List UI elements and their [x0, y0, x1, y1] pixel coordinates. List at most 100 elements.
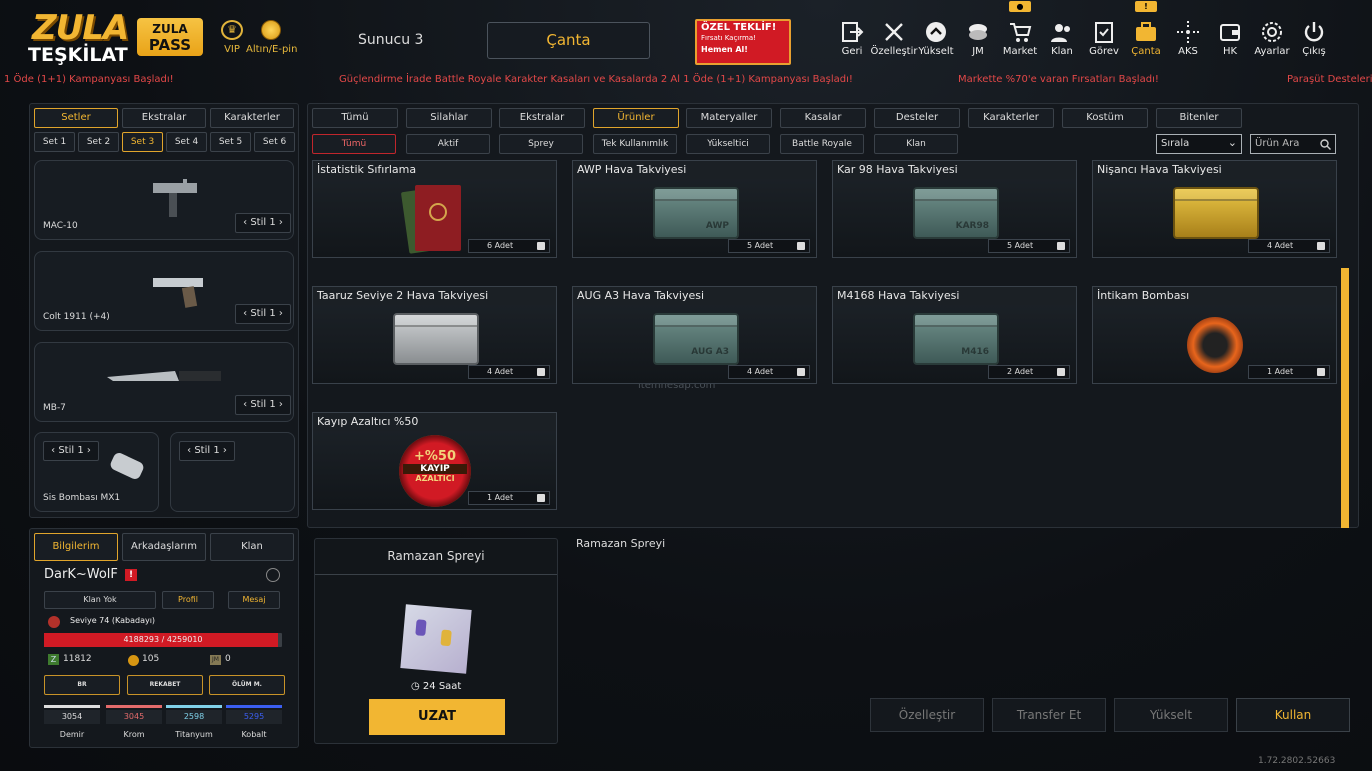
info-icon[interactable]	[797, 242, 805, 250]
style-selector[interactable]: ‹ Stil 1 ›	[235, 213, 291, 233]
set-3-tab[interactable]: Set 3	[122, 132, 163, 152]
style-selector[interactable]: ‹ Stil 1 ›	[179, 441, 235, 461]
search-input[interactable]: Ürün Ara	[1250, 134, 1336, 154]
set-2-tab[interactable]: Set 2	[78, 132, 119, 152]
tab--r-nler[interactable]: Ürünler	[593, 108, 679, 128]
info-icon[interactable]	[1317, 242, 1325, 250]
info-icon[interactable]	[537, 242, 545, 250]
style-selector[interactable]: ‹ Stil 1 ›	[235, 304, 291, 324]
profile-button[interactable]: Profil	[162, 591, 214, 609]
crate-lid	[915, 189, 997, 201]
set-5-tab[interactable]: Set 5	[210, 132, 251, 152]
nav--k--button[interactable]: Çıkış	[1293, 16, 1335, 62]
inventory-item-card[interactable]: İstatistik Sıfırlama 6 Adet	[312, 160, 557, 258]
material-label: Krom	[123, 730, 145, 739]
passport-image	[400, 185, 461, 254]
info-icon[interactable]	[1317, 368, 1325, 376]
info-icon[interactable]	[1057, 242, 1065, 250]
tab-kost-m[interactable]: Kostüm	[1062, 108, 1148, 128]
grenade-slot-2[interactable]: ‹ Stil 1 ›	[170, 432, 295, 512]
item-quantity: 5 Adet	[988, 239, 1070, 253]
zula-pass-button[interactable]: ZULA PASS	[137, 18, 203, 56]
tab-materyaller[interactable]: Materyaller	[686, 108, 772, 128]
special-offer-button[interactable]: ÖZEL TEKLİF! Fırsatı Kaçırma! Hemen Al!	[695, 19, 791, 65]
extend-button[interactable]: UZAT	[369, 699, 505, 735]
set-6-tab[interactable]: Set 6	[254, 132, 295, 152]
timer-row: ◷ 24 Saat	[411, 681, 461, 692]
action-y-kselt-button[interactable]: Yükselt	[1114, 698, 1228, 732]
gear-icon	[1262, 22, 1282, 42]
mode-olum-button[interactable]: ÖLÜM M.	[209, 675, 285, 695]
subtab-klan[interactable]: Klan	[874, 134, 958, 154]
weapon-slot-secondary[interactable]: Colt 1911 (+4) ‹ Stil 1 ›	[34, 251, 294, 331]
inventory-item-card[interactable]: Taaruz Seviye 2 Hava Takviyesi 4 Adet	[312, 286, 557, 384]
zula-logo[interactable]: ZULA TEŞKİLAT	[28, 8, 129, 68]
server-name: Sunucu 3	[358, 32, 424, 48]
message-button[interactable]: Mesaj	[228, 591, 280, 609]
subtab-t-m-[interactable]: Tümü	[312, 134, 396, 154]
inventory-item-card[interactable]: AUG A3 Hava Takviyesi AUG A3 4 Adet	[572, 286, 817, 384]
crosshair-icon	[1177, 21, 1199, 43]
set-4-tab[interactable]: Set 4	[166, 132, 207, 152]
tab-setler[interactable]: Setler	[34, 108, 118, 128]
tab-arkadaslarim[interactable]: Arkadaşlarım	[122, 533, 206, 561]
tab-bilgilerim[interactable]: Bilgilerim	[34, 533, 118, 561]
item-name: İstatistik Sıfırlama	[317, 163, 417, 176]
inventory-item-card[interactable]: Kar 98 Hava Takviyesi KAR98 5 Adet	[832, 160, 1077, 258]
weapon-slot-primary[interactable]: MAC-10 ‹ Stil 1 ›	[34, 160, 294, 240]
subtab-y-kseltici[interactable]: Yükseltici	[686, 134, 770, 154]
action-transfer-et-button[interactable]: Transfer Et	[992, 698, 1106, 732]
zula-coin-value: 11812	[63, 654, 92, 664]
inventory-item-card[interactable]: M4168 Hava Takviyesi M416 2 Adet	[832, 286, 1077, 384]
mode-br-button[interactable]: BR	[44, 675, 120, 695]
tab-desteler[interactable]: Desteler	[874, 108, 960, 128]
subtab-battle-royale[interactable]: Battle Royale	[780, 134, 864, 154]
tab-klan[interactable]: Klan	[210, 533, 294, 561]
tab-karakterler[interactable]: Karakterler	[968, 108, 1054, 128]
tab-kasalar[interactable]: Kasalar	[780, 108, 866, 128]
vip-button[interactable]: ♛ VIP	[220, 20, 244, 56]
info-icon[interactable]	[797, 368, 805, 376]
weapon-slot-melee[interactable]: MB-7 ‹ Stil 1 ›	[34, 342, 294, 422]
subtab-sprey[interactable]: Sprey	[499, 134, 583, 154]
grenade-slot[interactable]: ‹ Stil 1 › Sis Bombası MX1	[34, 432, 159, 512]
item-quantity: 6 Adet	[468, 239, 550, 253]
set-1-tab[interactable]: Set 1	[34, 132, 75, 152]
subtab-aktif[interactable]: Aktif	[406, 134, 490, 154]
sort-dropdown[interactable]: Sırala ⌄	[1156, 134, 1242, 154]
info-icon[interactable]	[537, 368, 545, 376]
tab-bitenler[interactable]: Bitenler	[1156, 108, 1242, 128]
passport-front	[415, 185, 461, 251]
style-selector[interactable]: ‹ Stil 1 ›	[235, 395, 291, 415]
inventory-item-card[interactable]: İntikam Bombası 1 Adet	[1092, 286, 1337, 384]
quantity-text: 1 Adet	[1267, 367, 1294, 376]
info-icon[interactable]	[1057, 368, 1065, 376]
subtab-tek-kullan-ml-k[interactable]: Tek Kullanımlık	[593, 134, 677, 154]
scrollbar-thumb[interactable]	[1341, 268, 1349, 528]
style-selector[interactable]: ‹ Stil 1 ›	[43, 441, 99, 461]
reducer-badge-image: +%50 KAYIP AZALTICI	[399, 435, 471, 507]
tab-ekstralar[interactable]: Ekstralar	[499, 108, 585, 128]
block-icon[interactable]	[266, 568, 280, 582]
tab-t-m-[interactable]: Tümü	[312, 108, 398, 128]
supply-crate-image	[1173, 187, 1259, 239]
tab-ekstralar[interactable]: Ekstralar	[122, 108, 206, 128]
inventory-item-card[interactable]: Nişancı Hava Takviyesi 4 Adet	[1092, 160, 1337, 258]
gold-epin-button[interactable]: Altın/E-pin	[246, 20, 297, 56]
clan-button[interactable]: Klan Yok	[44, 591, 156, 609]
zula-pass-top: ZULA	[152, 22, 188, 36]
inventory-item-card[interactable]: Kayıp Azaltıcı %50 +%50 KAYIP AZALTICI 1 Ade…	[312, 412, 557, 510]
action-kullan-button[interactable]: Kullan	[1236, 698, 1350, 732]
weapon-name: MB-7	[43, 403, 66, 413]
pistol-weapon-icon	[153, 278, 203, 308]
tab-silahlar[interactable]: Silahlar	[406, 108, 492, 128]
action--zelle-tir-button[interactable]: Özelleştir	[870, 698, 984, 732]
crate-lid	[915, 315, 997, 327]
gold-value: 105	[142, 654, 160, 664]
inventory-item-card[interactable]: AWP Hava Takviyesi AWP 5 Adet	[572, 160, 817, 258]
tab-karakterler[interactable]: Karakterler	[210, 108, 294, 128]
mode-rekabet-button[interactable]: REKABET	[127, 675, 203, 695]
info-icon[interactable]	[537, 494, 545, 502]
quantity-text: 4 Adet	[747, 367, 774, 376]
material-value: 2598	[166, 710, 222, 724]
